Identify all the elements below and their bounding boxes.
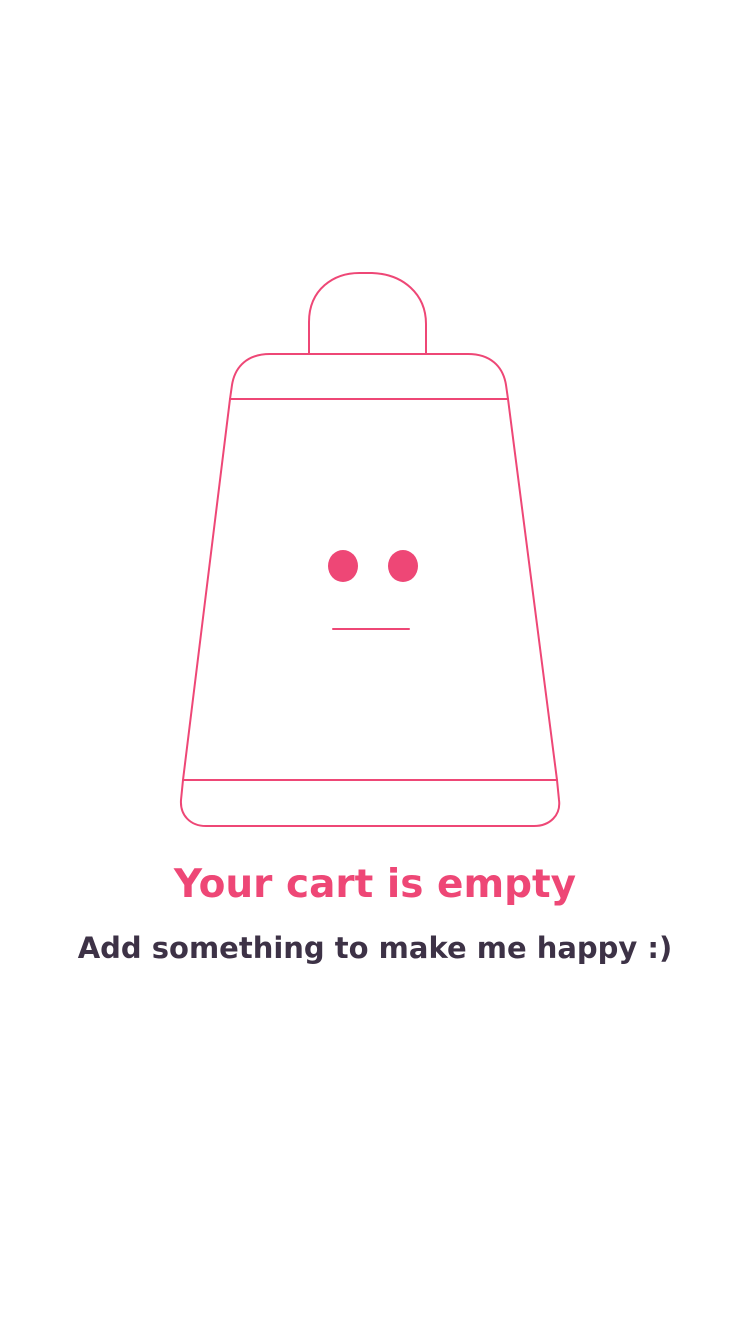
empty-cart-screen: Your cart is empty Add something to make…: [0, 0, 750, 1334]
bag-bottom-band: [179, 779, 561, 827]
empty-shopping-bag-icon: [179, 271, 561, 827]
empty-cart-subtitle: Add something to make me happy :): [77, 931, 673, 965]
empty-cart-title: Your cart is empty: [173, 862, 577, 907]
face-left-eye: [328, 550, 358, 582]
bag-top-band: [229, 353, 509, 400]
bag-handle: [308, 271, 427, 355]
face-right-eye: [388, 550, 418, 582]
bag-body-left: [182, 398, 231, 781]
bag-body-right: [507, 398, 558, 781]
